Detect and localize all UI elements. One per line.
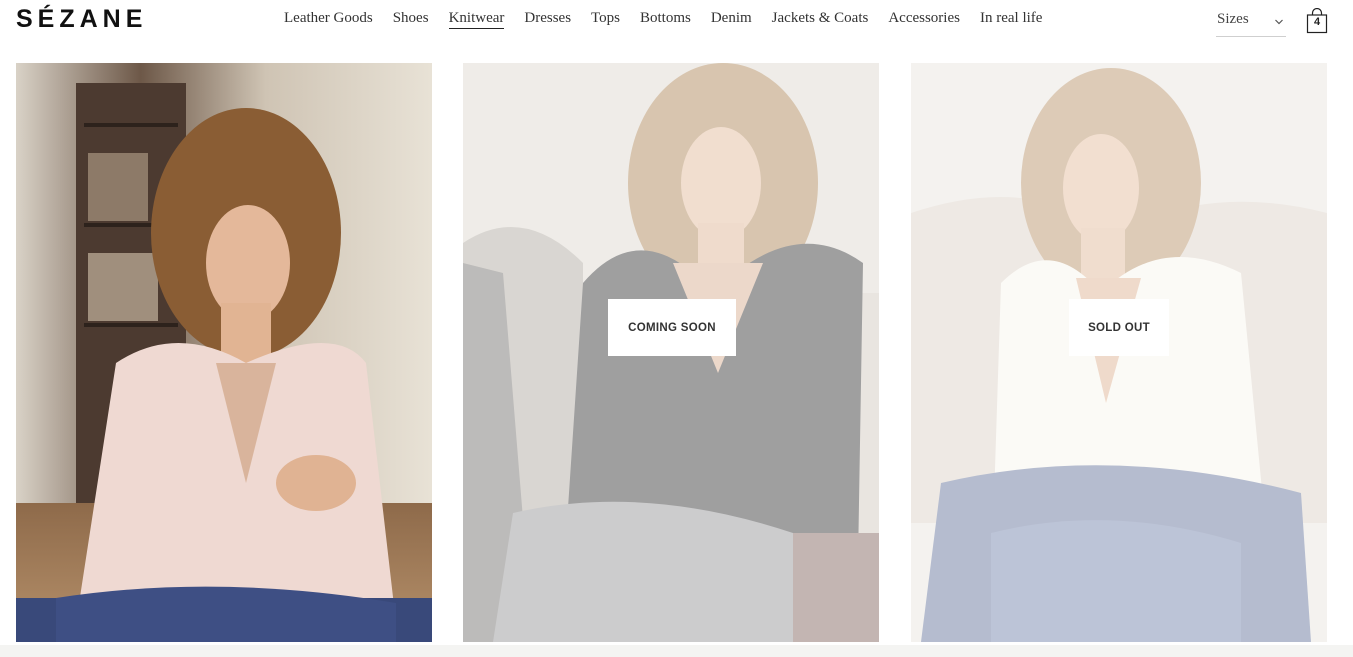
nav-item-leather-goods[interactable]: Leather Goods bbox=[274, 8, 383, 28]
status-badge: COMING SOON bbox=[608, 299, 736, 356]
product-card[interactable]: SOLD OUT bbox=[911, 63, 1327, 642]
site-header: SÉZANE Leather Goods Shoes Knitwear Dres… bbox=[0, 0, 1353, 50]
nav-item-label: Knitwear bbox=[448, 10, 505, 29]
cart-button[interactable]: 4 bbox=[1306, 7, 1328, 34]
nav-item-accessories[interactable]: Accessories bbox=[878, 8, 970, 28]
nav-item-label: Jackets & Coats bbox=[771, 10, 869, 26]
nav-item-label: Tops bbox=[591, 10, 620, 26]
product-card[interactable]: COMING SOON bbox=[463, 63, 879, 642]
nav-item-label: In real life bbox=[979, 10, 1043, 26]
product-image bbox=[16, 63, 432, 642]
nav-item-label: Accessories bbox=[888, 10, 960, 26]
sizes-dropdown[interactable]: Sizes bbox=[1216, 8, 1286, 37]
nav-item-label: Denim bbox=[710, 10, 752, 26]
nav-item-bottoms[interactable]: Bottoms bbox=[630, 8, 701, 28]
nav-item-tops[interactable]: Tops bbox=[581, 8, 630, 28]
cart-count: 4 bbox=[1313, 16, 1321, 28]
page-bottom-strip bbox=[0, 645, 1353, 657]
nav-item-dresses[interactable]: Dresses bbox=[514, 8, 581, 28]
sizes-label: Sizes bbox=[1217, 11, 1249, 27]
nav-item-label: Leather Goods bbox=[284, 10, 373, 26]
brand-logo[interactable]: SÉZANE bbox=[16, 2, 147, 36]
nav-item-in-real-life[interactable]: In real life bbox=[970, 8, 1052, 28]
product-card[interactable] bbox=[16, 63, 432, 642]
nav-item-label: Dresses bbox=[524, 10, 572, 26]
nav-item-label: Bottoms bbox=[639, 10, 691, 26]
chevron-down-icon bbox=[1275, 19, 1283, 25]
main-nav: Leather Goods Shoes Knitwear Dresses Top… bbox=[274, 8, 1052, 29]
nav-item-label: Shoes bbox=[392, 10, 429, 26]
nav-item-knitwear[interactable]: Knitwear bbox=[439, 8, 515, 29]
nav-item-jackets-coats[interactable]: Jackets & Coats bbox=[762, 8, 879, 28]
nav-item-denim[interactable]: Denim bbox=[701, 8, 762, 28]
status-badge: SOLD OUT bbox=[1069, 299, 1169, 356]
nav-item-shoes[interactable]: Shoes bbox=[383, 8, 439, 28]
